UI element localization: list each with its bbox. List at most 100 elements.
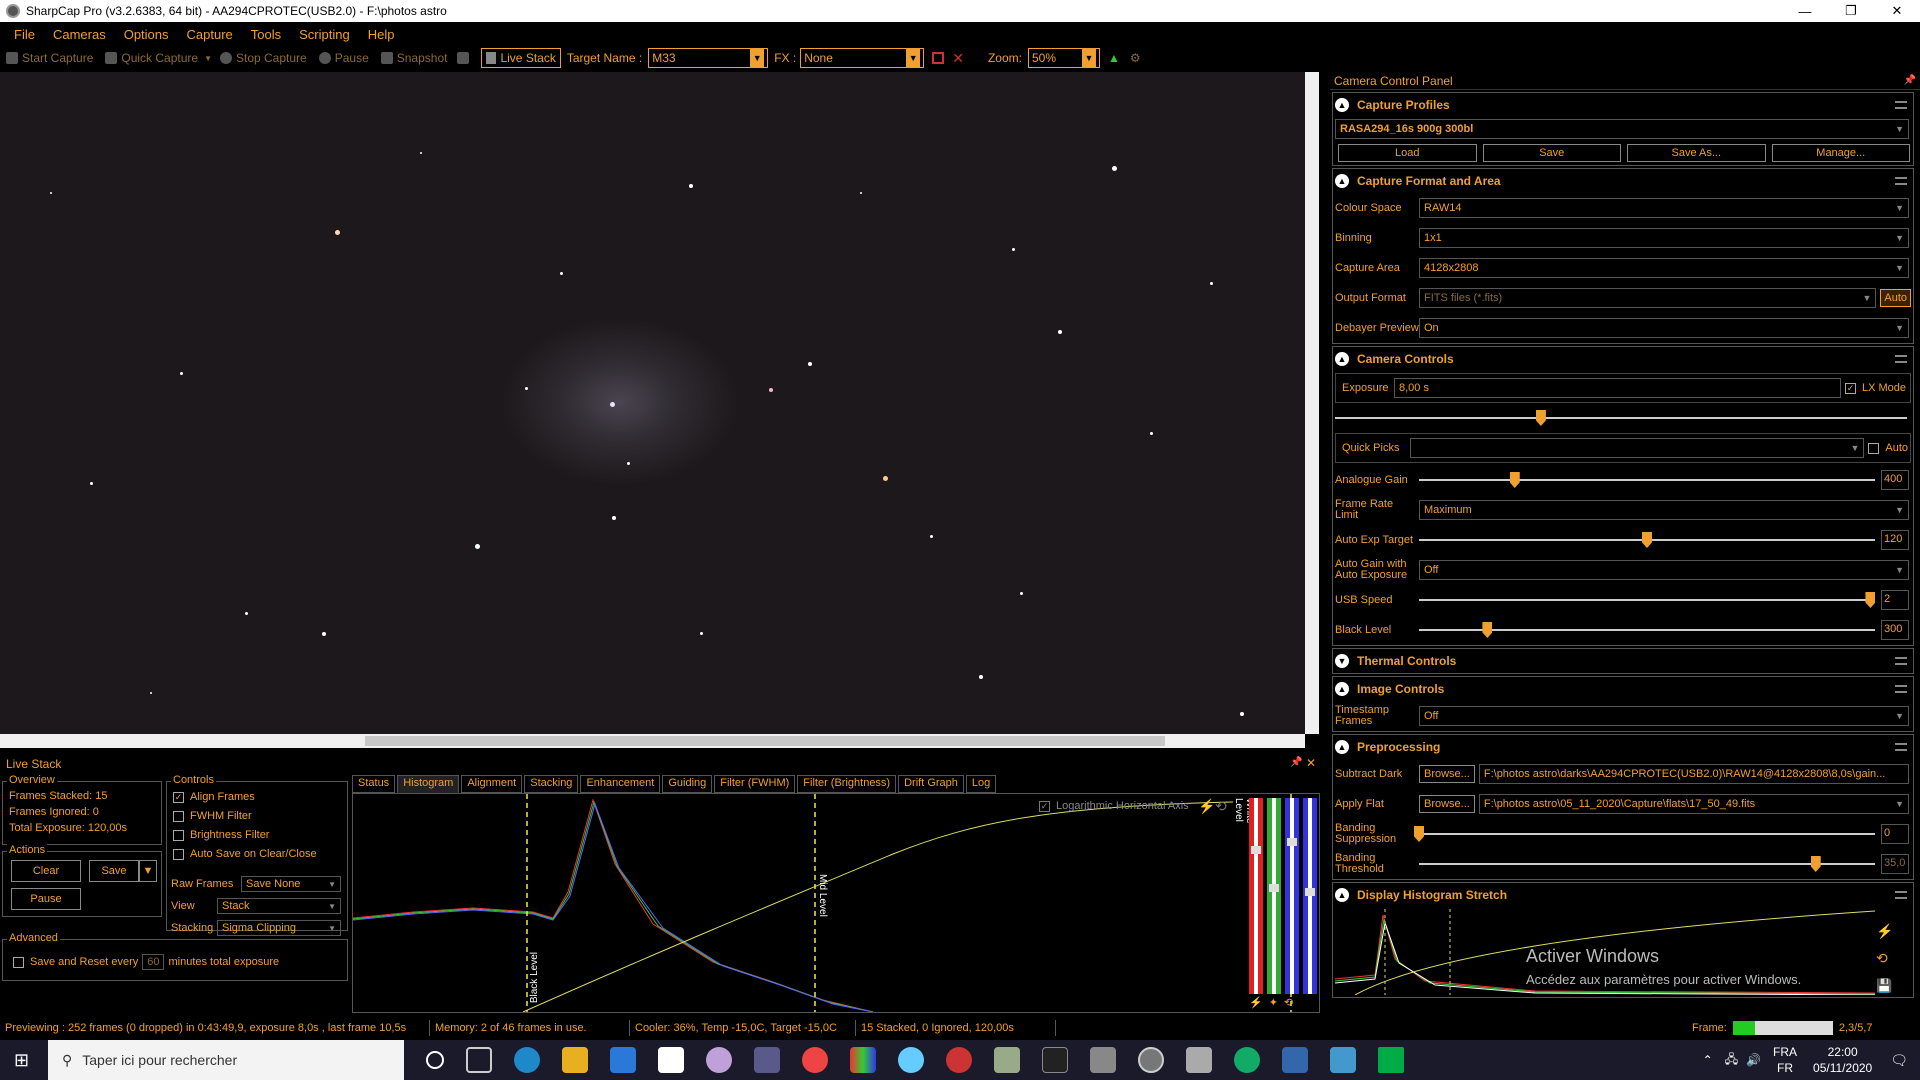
chevron-up-icon[interactable]: ▲ (1335, 740, 1349, 754)
pin-icon[interactable]: 📌 (1290, 757, 1302, 768)
slider-knob[interactable] (1509, 472, 1520, 488)
slider-knob[interactable] (1810, 856, 1821, 872)
browse-dark-button[interactable]: Browse... (1419, 765, 1475, 783)
tab-stacking[interactable]: Stacking (524, 775, 579, 793)
menu-icon[interactable] (1895, 657, 1907, 665)
slider-knob[interactable] (1642, 532, 1652, 548)
brightness-filter-checkbox[interactable] (173, 829, 184, 841)
menu-icon[interactable] (1895, 685, 1907, 693)
align-frames-checkbox[interactable]: ✓ (173, 791, 184, 803)
binning-select[interactable]: 1x1 ▼ (1419, 228, 1909, 248)
snowflake-icon[interactable] (898, 1047, 924, 1073)
save-as-button[interactable]: Save As... (1627, 144, 1766, 162)
thermal-header[interactable]: ▼ Thermal Controls (1333, 649, 1913, 673)
frame-rate-select[interactable]: Maximum ▼ (1419, 500, 1909, 520)
banding-threshold-value[interactable]: 35,0 (1881, 854, 1909, 874)
flat-path-select[interactable]: F:\photos astro\05_11_2020\Capture\flats… (1478, 794, 1909, 814)
tab-filter-fwhm[interactable]: Filter (FWHM) (714, 775, 796, 793)
chevron-up-icon[interactable]: ⌃ (1703, 1053, 1713, 1067)
edge-icon[interactable] (514, 1047, 540, 1073)
chevron-down-icon[interactable]: ▼ (204, 54, 212, 63)
pause-stack-button[interactable]: Pause (11, 888, 81, 910)
paint-icon[interactable] (994, 1047, 1020, 1073)
minutes-input[interactable]: 60 (142, 954, 165, 970)
chevron-down-icon[interactable]: ▼ (750, 49, 765, 67)
auto-gain-select[interactable]: Off ▼ (1419, 560, 1909, 580)
slider-knob[interactable] (1535, 410, 1546, 426)
camera-controls-header[interactable]: ▲ Camera Controls (1333, 347, 1913, 371)
menu-icon[interactable] (1895, 743, 1907, 751)
gain-slider[interactable] (1419, 470, 1875, 490)
manage-button[interactable]: Manage... (1771, 144, 1910, 162)
browse-flat-button[interactable]: Browse... (1419, 795, 1475, 813)
file-explorer-icon[interactable] (562, 1047, 588, 1073)
notifications-icon[interactable]: 🗨 (1890, 1052, 1908, 1069)
debayer-select[interactable]: On ▼ (1419, 318, 1909, 338)
menu-scripting[interactable]: Scripting (299, 27, 350, 42)
black-level-marker[interactable]: Black Level (529, 952, 540, 1003)
chevron-down-icon[interactable]: ▼ (1081, 49, 1096, 67)
slider-knob[interactable] (1865, 592, 1876, 608)
zoom-select[interactable]: 50% ▼ (1027, 48, 1100, 68)
log-axis-toggle[interactable]: ✓ Logarithmic Horizontal Axis (1039, 800, 1189, 812)
lightning-icon[interactable]: ⚡ (1198, 798, 1215, 815)
auto-save-checkbox[interactable] (173, 848, 184, 860)
mid-level-marker[interactable]: Mid Level (817, 874, 828, 917)
tab-filter-brightness[interactable]: Filter (Brightness) (797, 775, 897, 793)
banding-suppression-value[interactable]: 0 (1881, 824, 1909, 844)
gain-value[interactable]: 400 (1881, 470, 1909, 490)
capture-profiles-header[interactable]: ▲ Capture Profiles (1333, 93, 1913, 117)
lum-slider-knob[interactable] (1305, 888, 1315, 896)
menu-cameras[interactable]: Cameras (53, 27, 106, 42)
app-icon[interactable] (946, 1047, 972, 1073)
lightning-icon[interactable]: ⚡ (1876, 923, 1893, 940)
vertical-scrollbar[interactable] (1305, 72, 1319, 734)
output-format-select[interactable]: FITS files (*.fits) ▼ (1419, 288, 1877, 308)
tab-log[interactable]: Log (965, 775, 997, 793)
star-icon[interactable]: ✦ (1269, 996, 1278, 1009)
horizontal-scrollbar[interactable] (0, 734, 1305, 748)
green-slider-knob[interactable] (1269, 884, 1279, 892)
mail-icon[interactable] (610, 1047, 636, 1073)
rectangle-icon[interactable] (932, 52, 945, 64)
channel-sliders[interactable] (1249, 798, 1319, 994)
tab-histogram[interactable]: Histogram (397, 775, 460, 793)
chrome-icon[interactable] (802, 1047, 828, 1073)
menu-icon[interactable] (1895, 101, 1907, 109)
app-icon[interactable] (706, 1047, 732, 1073)
load-button[interactable]: Load (1338, 144, 1477, 162)
histogram-chart[interactable] (353, 794, 1319, 1012)
chevron-up-icon[interactable]: ▲ (1335, 174, 1349, 188)
maximize-button[interactable]: ❐ (1828, 0, 1874, 22)
chevron-down-icon[interactable]: ▼ (1335, 654, 1349, 668)
chevron-up-icon[interactable]: ▲ (1335, 98, 1349, 112)
app-icon[interactable] (850, 1047, 876, 1073)
crosshair-icon[interactable]: ✕ (952, 50, 964, 67)
chevron-up-icon[interactable]: ▲ (1335, 682, 1349, 696)
timestamp-select[interactable]: Off ▼ (1419, 706, 1909, 726)
app-icon[interactable] (1186, 1047, 1212, 1073)
exposure-slider[interactable] (1335, 408, 1907, 428)
chevron-up-icon[interactable]: ▲ (1335, 888, 1349, 902)
reset-icon[interactable]: ⟲ (1215, 798, 1227, 815)
minimize-button[interactable]: — (1782, 0, 1828, 22)
image-viewer[interactable] (0, 72, 1305, 734)
clear-button[interactable]: Clear (11, 860, 81, 882)
auto-exp-value[interactable]: 120 (1881, 530, 1909, 550)
save-icon[interactable]: 💾 (1876, 978, 1892, 994)
chevron-up-icon[interactable]: ▲ (1335, 352, 1349, 366)
save-reset-checkbox[interactable] (13, 956, 24, 968)
exposure-input[interactable]: 8,00 s (1394, 378, 1841, 398)
capture-format-header[interactable]: ▲ Capture Format and Area (1333, 169, 1913, 193)
preprocessing-header[interactable]: ▲ Preprocessing (1333, 735, 1913, 759)
histogram-stretch-header[interactable]: ▲ Display Histogram Stretch (1333, 883, 1913, 907)
menu-options[interactable]: Options (124, 27, 169, 42)
black-level-slider[interactable] (1419, 620, 1875, 640)
app-icon[interactable] (1282, 1047, 1308, 1073)
fx-select[interactable]: None ▼ (800, 48, 925, 68)
fwhm-filter-checkbox[interactable] (173, 810, 184, 822)
banding-suppression-slider[interactable] (1414, 824, 1875, 844)
slider-knob[interactable] (1482, 622, 1493, 638)
menu-file[interactable]: File (14, 27, 35, 42)
lightning-icon[interactable]: ⚡ (1249, 996, 1263, 1009)
